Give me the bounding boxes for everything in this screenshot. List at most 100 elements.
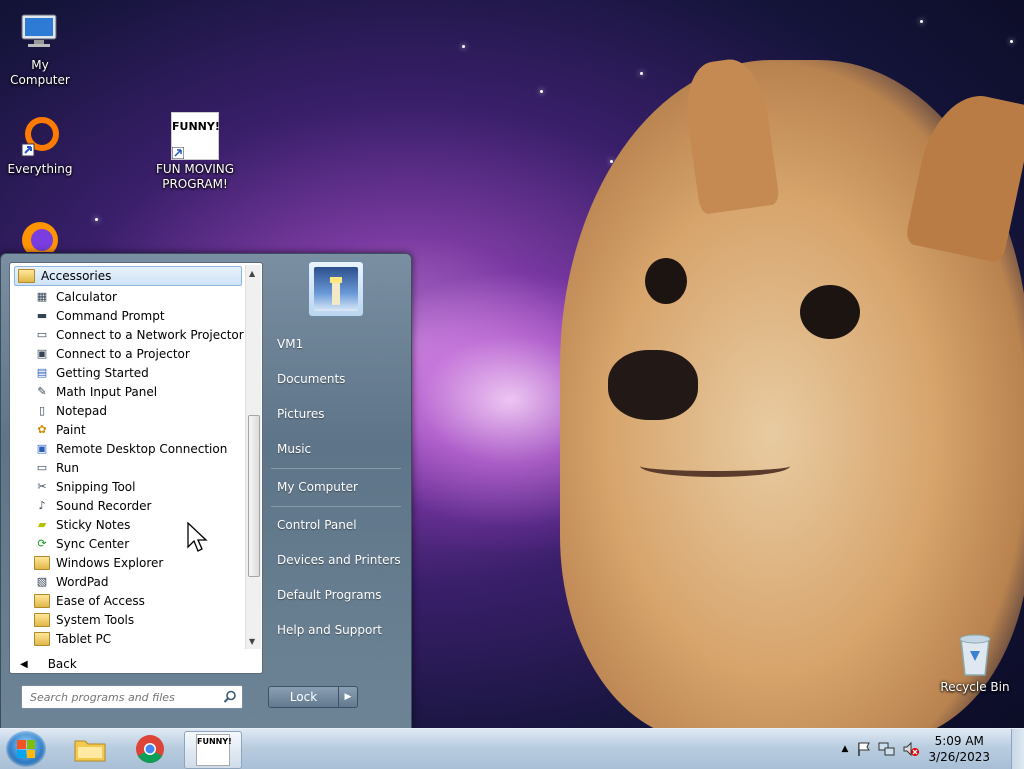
right-item-label: Devices and Printers (277, 553, 401, 567)
music-link[interactable]: Music (269, 437, 412, 461)
clock[interactable]: 5:09 AM 3/26/2023 (928, 733, 990, 765)
taskbar-explorer-button[interactable] (62, 731, 118, 767)
star (95, 218, 98, 221)
program-label: Connect to a Projector (56, 346, 190, 361)
program-item[interactable]: ♪ Sound Recorder (12, 496, 244, 515)
folder-icon (18, 269, 35, 283)
right-item-label: Documents (277, 372, 346, 386)
program-item[interactable]: Tablet PC (12, 629, 244, 648)
scroll-down-icon[interactable]: ▼ (249, 637, 255, 646)
program-item[interactable]: ⟳ Sync Center (12, 534, 244, 553)
program-label: Sync Center (56, 536, 130, 551)
documents-link[interactable]: Documents (269, 367, 412, 391)
program-item[interactable]: ▰ Sticky Notes (12, 515, 244, 534)
programs-list: Accessories ▦ Calculator ▬ Command Prompt ▭ C… (12, 265, 244, 649)
math-input-icon: ✎ (37, 385, 47, 398)
chrome-icon (136, 735, 164, 763)
program-item[interactable]: ▧ WordPad (12, 572, 244, 591)
funny-thumb-text: FUNNY! (197, 737, 232, 746)
help-support-link[interactable]: Help and Support (269, 618, 412, 642)
clock-time: 5:09 AM (934, 734, 984, 748)
program-item[interactable]: ✎ Math Input Panel (12, 382, 244, 401)
lock-button[interactable]: Lock (268, 686, 339, 708)
taskbar-funny-program-button[interactable]: FUNNY! (184, 731, 242, 769)
folder-accessories[interactable]: Accessories (14, 266, 242, 286)
firefox-icon (16, 212, 64, 252)
volume-muted-icon[interactable] (902, 741, 920, 757)
getting-started-icon: ▤ (36, 366, 48, 379)
program-label: Getting Started (56, 365, 149, 380)
funny-thumb-text: FUNNY! (172, 120, 220, 133)
desktop-icon-label: Recycle Bin (940, 680, 1010, 694)
program-item[interactable]: ✂ Snipping Tool (12, 477, 244, 496)
run-icon: ▭ (36, 461, 48, 474)
default-programs-link[interactable]: Default Programs (269, 583, 412, 607)
my-computer-link[interactable]: My Computer (269, 475, 412, 499)
program-item[interactable]: ▭ Connect to a Network Projector (12, 325, 244, 344)
program-item[interactable]: Ease of Access (12, 591, 244, 610)
program-item[interactable]: System Tools (12, 610, 244, 629)
desktop-icon-my-computer[interactable]: My Computer (0, 8, 80, 88)
search-box[interactable] (21, 685, 243, 709)
action-center-flag-icon[interactable] (856, 741, 872, 757)
search-icon[interactable] (223, 690, 237, 704)
right-item-label: Music (277, 442, 312, 456)
program-item[interactable]: Windows Explorer (12, 553, 244, 572)
program-label: Tablet PC (56, 631, 112, 646)
program-item[interactable]: ▬ Command Prompt (12, 306, 244, 325)
desktop-icon-label: Everything (7, 162, 73, 176)
program-item[interactable]: ✿ Paint (12, 420, 244, 439)
pictures-link[interactable]: Pictures (269, 402, 412, 426)
shutdown-options-arrow-icon[interactable]: ▶ (339, 686, 358, 708)
program-label: Paint (56, 422, 86, 437)
remote-desktop-icon: ▣ (36, 442, 48, 455)
program-item[interactable]: ▭ Run (12, 458, 244, 477)
program-label: Windows Explorer (56, 555, 164, 570)
network-icon[interactable] (878, 741, 896, 757)
windows-logo-icon (17, 740, 35, 758)
devices-printers-link[interactable]: Devices and Printers (269, 548, 412, 572)
taskbar-chrome-button[interactable] (122, 731, 178, 767)
back-button[interactable]: ◀ Back (20, 657, 77, 671)
control-panel-link[interactable]: Control Panel (269, 513, 412, 537)
show-desktop-button[interactable] (1011, 729, 1024, 769)
show-hidden-icons-icon[interactable]: ▲ (842, 744, 849, 754)
desktop-icon-everything[interactable]: Everything (0, 112, 80, 177)
program-item[interactable]: ▤ Getting Started (12, 363, 244, 382)
desktop-icon-fun-moving-program[interactable]: FUNNY! FUN MOVING PROGRAM! (155, 112, 235, 192)
start-menu: Accessories ▦ Calculator ▬ Command Prompt ▭ C… (0, 253, 412, 729)
clock-date: 3/26/2023 (928, 750, 990, 764)
program-label: Command Prompt (56, 308, 165, 323)
program-label: Snipping Tool (56, 479, 136, 494)
folder-icon (74, 740, 106, 762)
right-item-label: Default Programs (277, 588, 382, 602)
desktop-icon-recycle-bin[interactable]: Recycle Bin (935, 630, 1015, 695)
desktop-icon-firefox[interactable] (0, 212, 80, 252)
network-projector-icon: ▭ (36, 328, 48, 341)
search-input[interactable] (22, 689, 223, 705)
cmd-icon: ▬ (36, 309, 48, 322)
program-label: Ease of Access (56, 593, 145, 608)
program-label: Remote Desktop Connection (56, 441, 228, 456)
scroll-thumb[interactable] (248, 415, 260, 577)
programs-scrollbar[interactable]: ▲ ▼ (245, 265, 261, 649)
explorer-folder-icon (34, 555, 50, 571)
program-label: Sticky Notes (56, 517, 131, 532)
scroll-up-icon[interactable]: ▲ (249, 269, 255, 278)
desktop-icon-label: FUN MOVING PROGRAM! (155, 162, 235, 191)
program-label: Run (56, 460, 80, 475)
folder-icon (34, 612, 50, 628)
user-picture[interactable] (308, 261, 364, 317)
user-folder-link[interactable]: VM1 (269, 332, 412, 356)
system-tray: ▲ 5:09 AM 3/26/2023 (842, 729, 1012, 769)
program-item[interactable]: ▯ Notepad (12, 401, 244, 420)
sync-icon: ⟳ (37, 537, 47, 550)
start-button[interactable] (6, 731, 46, 767)
program-item[interactable]: ▣ Connect to a Projector (12, 344, 244, 363)
calculator-icon: ▦ (36, 290, 48, 303)
program-label: System Tools (56, 612, 135, 627)
projector-icon: ▣ (36, 347, 48, 360)
program-item[interactable]: ▦ Calculator (12, 287, 244, 306)
sticky-notes-icon: ▰ (37, 518, 47, 531)
program-item[interactable]: ▣ Remote Desktop Connection (12, 439, 244, 458)
